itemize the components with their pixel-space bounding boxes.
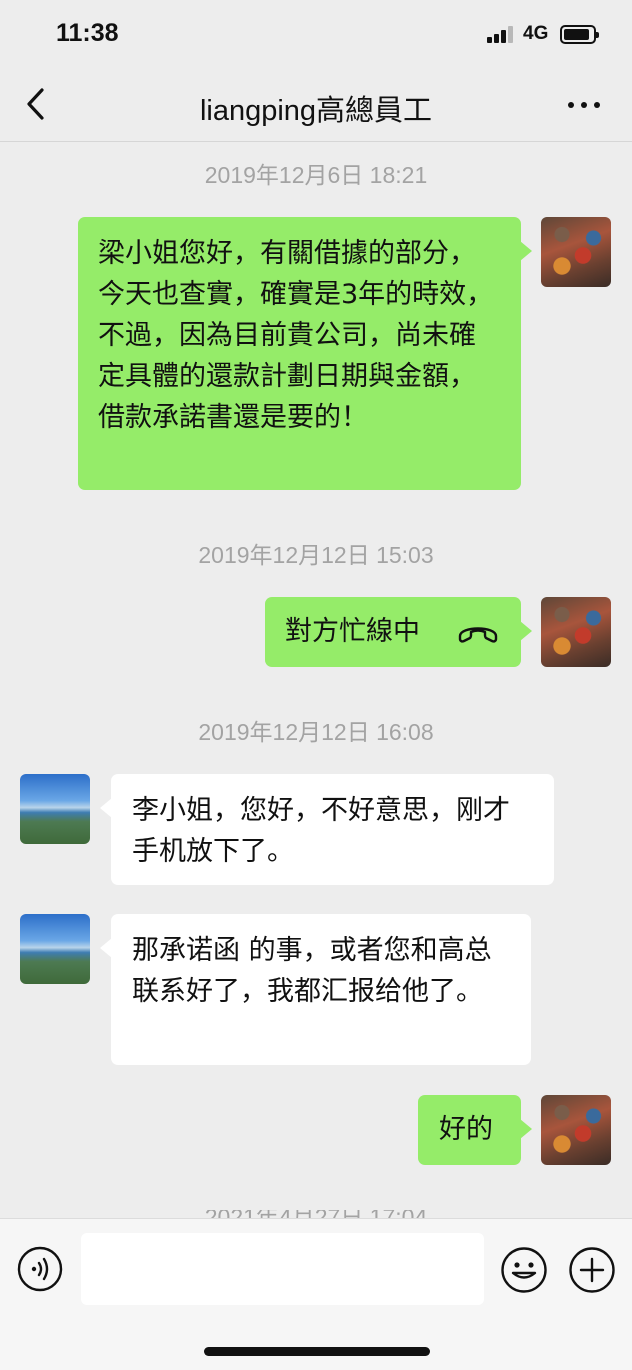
chat-title: liangping高總員工 [199,95,433,127]
message-text: 梁小姐您好，有關借據的部分，今天也查實，確實是3年的時效，不過，因為目前貴公司，… [98,238,494,433]
voice-icon [17,1246,63,1292]
message-timestamp: 2019年12月12日 15:03 [198,542,434,568]
incoming-message-bubble[interactable]: 那承诺函 的事，或者您和高总联系好了，我都汇报给他了。 [100,914,531,1065]
signal-icon [487,26,515,43]
message-text: 李小姐，您好，不好意思，刚才手机放下了。 [132,795,510,867]
message-input[interactable] [81,1233,484,1305]
plus-icon [569,1247,615,1293]
battery-icon [560,25,599,44]
more-actions-button[interactable] [568,1246,616,1294]
partial-timestamp: 2021年4月27日 17:04 [0,1210,632,1218]
status-time: 11:38 [56,19,119,47]
message-text: 那承诺函 的事，或者您和高总联系好了，我都汇报给他了。 [132,935,492,1007]
chat-header: liangping高總員工 [0,66,632,142]
my-avatar[interactable] [541,1095,611,1165]
message-timestamp: 2019年12月6日 18:21 [204,162,428,188]
phone-hangup-icon [458,627,498,643]
incoming-message-bubble[interactable]: 李小姐，您好，不好意思，刚才手机放下了。 [100,774,554,885]
contact-avatar[interactable] [20,914,90,984]
message-text: 好的 [439,1114,493,1145]
outgoing-message-bubble[interactable]: 梁小姐您好，有關借據的部分，今天也查實，確實是3年的時效，不過，因為目前貴公司，… [78,217,532,490]
emoji-icon [501,1247,547,1293]
status-bar: 11:38 4G [0,0,632,66]
call-status-bubble[interactable]: 對方忙線中 [265,597,532,667]
emoji-button[interactable] [500,1246,548,1294]
outgoing-message-bubble[interactable]: 好的 [418,1095,532,1165]
message-timestamp: 2019年12月12日 16:08 [198,719,434,745]
more-options-button[interactable] [562,88,606,120]
network-label: 4G [523,23,549,44]
my-avatar[interactable] [541,597,611,667]
contact-avatar[interactable] [20,774,90,844]
home-indicator[interactable] [204,1347,430,1356]
my-avatar[interactable] [541,217,611,287]
voice-button[interactable] [17,1246,63,1292]
partial-timestamp-text: 2021年4月27日 17:04 [0,1210,632,1218]
